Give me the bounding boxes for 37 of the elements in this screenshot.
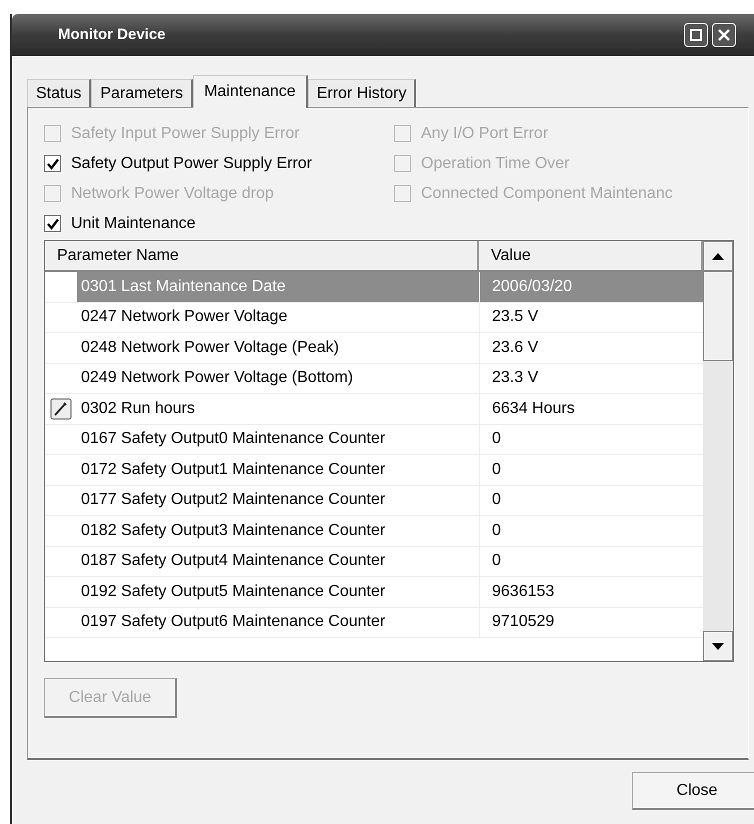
tab[interactable]: Parameters (91, 79, 194, 107)
checkbox[interactable] (44, 215, 61, 232)
table-cell-text: 0302 Run hours (80, 398, 196, 419)
maximize-icon (690, 29, 702, 41)
table-cell-text: 0248 Network Power Voltage (Peak) (80, 338, 340, 358)
checkbox[interactable] (44, 155, 61, 172)
table-cell: 0301 Last Maintenance Date (77, 272, 479, 302)
pencil-icon[interactable] (50, 398, 72, 420)
table-cell-text: 0247 Network Power Voltage (80, 307, 288, 328)
table-cell-text: 0172 Safety Output1 Maintenance Counter (80, 460, 386, 480)
table-cell-text: 0197 Safety Output6 Maintenance Counter (80, 612, 386, 632)
table-cell-text: 0167 Safety Output0 Maintenance Counter (80, 429, 386, 450)
close-button[interactable] (712, 23, 736, 47)
up-arrow-icon (712, 252, 724, 260)
table-cell-text: 0177 Safety Output2 Maintenance Counter (80, 490, 386, 510)
down-arrow-icon (712, 642, 724, 650)
close-icon (717, 28, 731, 42)
check-icon (46, 218, 58, 230)
checkbox-option[interactable]: Unit Maintenance (44, 212, 394, 235)
maximize-button[interactable] (684, 23, 708, 47)
button[interactable]: Close (632, 772, 754, 810)
scroll-down-button[interactable] (703, 631, 733, 661)
tab[interactable]: Maintenance (193, 75, 308, 108)
check-icon (46, 158, 58, 170)
table-cell: 2006/03/20 (479, 272, 703, 302)
table-cell-text: 0249 Network Power Voltage (Bottom) (80, 368, 354, 388)
table-cell-text: 0182 Safety Output3 Maintenance Counter (80, 520, 386, 541)
table-cell-text: 0187 Safety Output4 Maintenance Counter (80, 551, 386, 572)
tab[interactable]: Status (27, 79, 92, 107)
table-cell-text: 0192 Safety Output5 Maintenance Counter (80, 582, 386, 602)
scroll-up-button[interactable] (703, 241, 733, 271)
scroll-thumb[interactable] (703, 271, 733, 361)
window-title: Monitor Device (58, 24, 167, 45)
column-header[interactable]: Parameter Name (45, 241, 479, 270)
checkbox-option[interactable]: Safety Output Power Supply Error (44, 152, 394, 175)
scrollbar[interactable] (703, 241, 733, 661)
tab[interactable]: Error History (308, 79, 416, 107)
